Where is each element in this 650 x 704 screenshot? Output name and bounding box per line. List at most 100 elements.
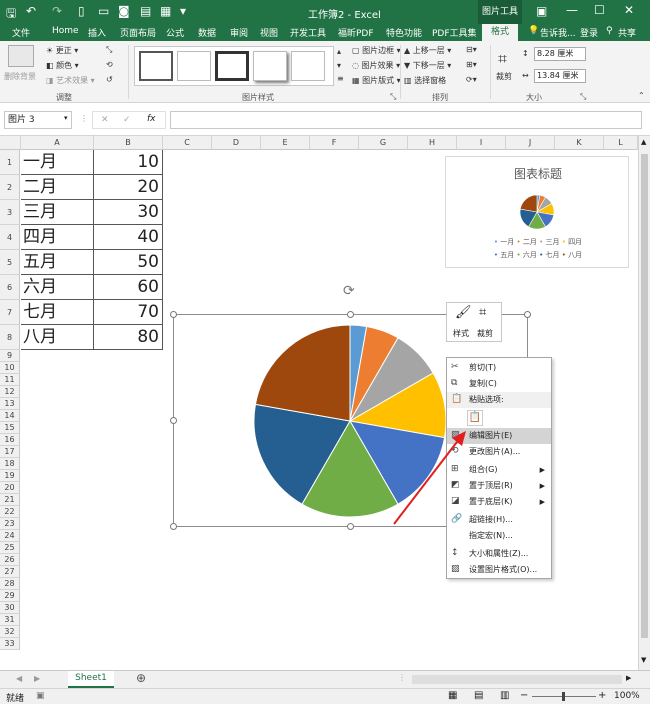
row-header[interactable]: 1 xyxy=(0,150,20,175)
resize-handle[interactable] xyxy=(347,523,354,530)
minimize-icon[interactable]: — xyxy=(566,3,578,17)
vertical-scrollbar[interactable]: ▲ ▼ xyxy=(638,136,650,670)
gallery-up-icon[interactable]: ▴ xyxy=(337,47,341,56)
row-header[interactable]: 29 xyxy=(0,590,20,602)
rotate-handle-icon[interactable]: ⟳ xyxy=(343,283,355,299)
rotate-icon[interactable]: ⟳▾ xyxy=(466,75,477,84)
print-icon[interactable]: ▤ xyxy=(140,4,151,18)
artistic-effects-button[interactable]: ◨ 艺术效果 ▾ xyxy=(46,75,95,86)
menu-assign-macro[interactable]: 指定宏(N)... xyxy=(447,528,551,544)
prev-sheet-icon[interactable]: ◀ xyxy=(16,674,22,683)
tab-formulas[interactable]: 公式 xyxy=(166,26,184,39)
row-header[interactable]: 21 xyxy=(0,494,20,506)
cell-value[interactable]: 80 xyxy=(94,325,163,350)
resize-handle[interactable] xyxy=(170,417,177,424)
tell-me-input[interactable]: 告诉我... xyxy=(540,26,576,39)
redo-icon[interactable]: ↷ xyxy=(52,4,62,18)
share-button[interactable]: 共享 xyxy=(618,26,636,39)
tab-foxit-pdf[interactable]: 福昕PDF xyxy=(338,26,374,39)
picture-style-4[interactable] xyxy=(253,51,287,81)
picture-style-3[interactable] xyxy=(215,51,249,81)
tab-developer[interactable]: 开发工具 xyxy=(290,26,326,39)
row-header[interactable]: 18 xyxy=(0,458,20,470)
macro-record-icon[interactable]: ▣ xyxy=(36,691,45,701)
tab-special[interactable]: 特色功能 xyxy=(386,26,422,39)
scroll-down-icon[interactable]: ▼ xyxy=(641,656,646,664)
menu-size-properties[interactable]: ↕ 大小和属性(Z)... xyxy=(447,546,551,562)
tab-file[interactable]: 文件 xyxy=(12,26,30,39)
mini-style-button[interactable]: 样式 xyxy=(453,328,469,339)
open-file-icon[interactable]: ▭ xyxy=(98,4,109,18)
compress-icon[interactable]: ⤡ xyxy=(106,45,112,55)
gallery-down-icon[interactable]: ▾ xyxy=(337,61,341,70)
row-header[interactable]: 10 xyxy=(0,362,20,374)
camera-icon[interactable]: ◙ xyxy=(118,4,130,18)
cell-month[interactable]: 四月 xyxy=(21,225,94,250)
send-backward-button[interactable]: ▼ 下移一层 ▾ xyxy=(404,60,451,71)
menu-format-picture[interactable]: ▨ 设置图片格式(O)... xyxy=(447,562,551,578)
row-header[interactable]: 6 xyxy=(0,275,20,300)
column-header-h[interactable]: H xyxy=(408,136,457,150)
picture-effects-button[interactable]: ◌ 图片效果 ▾ xyxy=(352,60,400,71)
row-header[interactable]: 26 xyxy=(0,554,20,566)
crop-icon[interactable]: ⌗ xyxy=(479,305,486,320)
formula-input[interactable] xyxy=(170,111,642,129)
picture-border-button[interactable]: ▢ 图片边框 ▾ xyxy=(352,45,401,56)
sheet-tab-sheet1[interactable]: Sheet1 xyxy=(68,671,114,688)
save-icon[interactable]: 🖫 xyxy=(6,4,16,25)
cell-month[interactable]: 二月 xyxy=(21,175,94,200)
corrections-button[interactable]: ☀ 更正 ▾ xyxy=(46,45,78,56)
gallery-more-icon[interactable]: ≡ xyxy=(337,74,344,83)
column-header-c[interactable]: C xyxy=(163,136,212,150)
bring-forward-button[interactable]: ▲ 上移一层 ▾ xyxy=(404,45,451,56)
page-break-view-icon[interactable]: ▥ xyxy=(500,690,509,701)
cell-month[interactable]: 八月 xyxy=(21,325,94,350)
row-header[interactable]: 8 xyxy=(0,325,20,350)
picture-layout-button[interactable]: ▦ 图片版式 ▾ xyxy=(352,75,401,86)
scroll-right-icon[interactable]: ▶ xyxy=(626,674,631,682)
column-header-f[interactable]: F xyxy=(310,136,359,150)
cell-value[interactable]: 60 xyxy=(94,275,163,300)
row-header[interactable]: 15 xyxy=(0,422,20,434)
tab-view[interactable]: 视图 xyxy=(260,26,278,39)
color-button[interactable]: ◧ 颜色 ▾ xyxy=(46,60,79,71)
picture-style-2[interactable] xyxy=(177,51,211,81)
cancel-icon[interactable]: ✕ xyxy=(101,115,109,125)
customize-icon[interactable]: ▾ xyxy=(180,4,186,18)
row-header[interactable]: 22 xyxy=(0,506,20,518)
zoom-slider-thumb[interactable] xyxy=(562,692,565,701)
reset-picture-icon[interactable]: ↺ xyxy=(106,75,113,84)
login-link[interactable]: 登录 xyxy=(580,26,598,39)
add-sheet-icon[interactable]: ⊕ xyxy=(136,671,146,685)
size-launcher-icon[interactable]: ⤡ xyxy=(580,92,586,102)
zoom-level[interactable]: 100% xyxy=(614,691,640,701)
tab-split-icon[interactable]: ⋮ xyxy=(398,673,406,682)
resize-handle[interactable] xyxy=(524,311,531,318)
name-box[interactable]: 图片 3 xyxy=(4,111,72,129)
table-icon[interactable]: ▦ xyxy=(160,4,171,18)
column-header-k[interactable]: K xyxy=(555,136,604,150)
row-header[interactable]: 11 xyxy=(0,374,20,386)
crop-button[interactable]: 裁剪 xyxy=(496,71,512,82)
menu-cut[interactable]: ✂ 剪切(T) xyxy=(447,360,551,376)
row-header[interactable]: 2 xyxy=(0,175,20,200)
change-picture-icon[interactable]: ⟲ xyxy=(106,60,113,69)
resize-handle[interactable] xyxy=(170,523,177,530)
picture-style-1[interactable] xyxy=(139,51,173,81)
cell-value[interactable]: 50 xyxy=(94,250,163,275)
column-header-b[interactable]: B xyxy=(94,136,163,150)
maximize-icon[interactable]: ☐ xyxy=(594,3,605,17)
resize-handle[interactable] xyxy=(170,311,177,318)
resize-handle[interactable] xyxy=(347,311,354,318)
group-icon[interactable]: ⊞▾ xyxy=(466,60,477,69)
style-icon[interactable]: 🖌 xyxy=(455,305,472,320)
row-header[interactable]: 16 xyxy=(0,434,20,446)
chart-object[interactable]: 图表标题 • 一月 • 二月 • 三月 • 四月 • 五月 • 六月 • 七月 … xyxy=(445,156,629,268)
scroll-up-icon[interactable]: ▲ xyxy=(641,138,646,146)
row-header[interactable]: 14 xyxy=(0,410,20,422)
zoom-out-icon[interactable]: − xyxy=(520,690,528,701)
tab-review[interactable]: 审阅 xyxy=(230,26,248,39)
ribbon-display-icon[interactable]: ▣ xyxy=(536,4,547,18)
row-header[interactable]: 12 xyxy=(0,386,20,398)
cell-month[interactable]: 六月 xyxy=(21,275,94,300)
